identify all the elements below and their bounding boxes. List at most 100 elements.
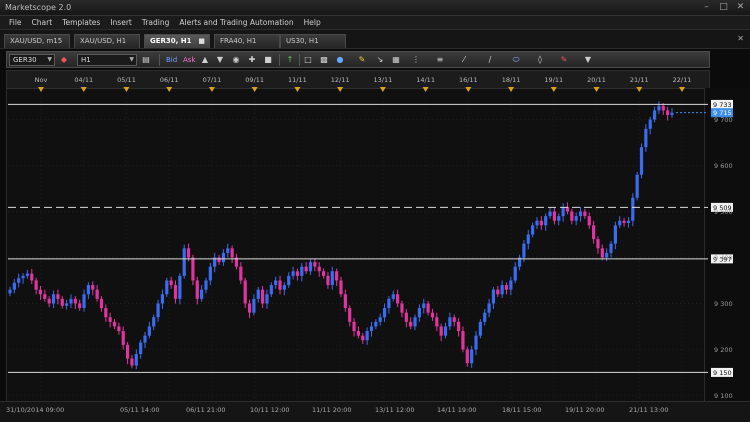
top-date-label: 11/11	[288, 76, 307, 84]
bottom-date-label: 19/11 20:00	[565, 406, 605, 414]
candle-body	[400, 303, 404, 313]
candle-body	[635, 174, 639, 198]
top-date-label: 14/11	[416, 76, 435, 84]
candle-body	[448, 317, 452, 327]
candle-body	[56, 294, 60, 299]
candle-body	[335, 271, 339, 281]
candle-body	[426, 303, 430, 313]
candle-body	[99, 298, 104, 309]
candle-body	[435, 317, 439, 327]
bottom-date-label: 31/10/2014 09:00	[6, 406, 64, 414]
candle-body	[491, 289, 496, 304]
candle-body	[382, 308, 387, 318]
top-date-label: 16/11	[459, 76, 478, 84]
candle-body	[413, 317, 417, 327]
price-tick-label: 9 100	[714, 392, 733, 400]
candle-body	[221, 252, 226, 263]
top-date-label: 18/11	[502, 76, 521, 84]
candle-body	[461, 331, 465, 350]
candle-body	[78, 303, 82, 309]
candle-body	[291, 271, 295, 276]
top-date-labels: Nov 04/11 05/11 06/11 07/11 09/11 11/11 12/11 13…	[35, 76, 692, 92]
candle-body	[300, 266, 304, 276]
candle-body	[557, 216, 561, 221]
candle-body	[613, 225, 617, 244]
candle-body	[121, 331, 125, 345]
candle-body	[134, 354, 138, 366]
candle-body	[596, 239, 600, 249]
candle-body	[330, 271, 334, 286]
bottom-date-label: 18/11 15:00	[502, 406, 542, 414]
event-marker-icon	[337, 87, 344, 92]
candle-body	[452, 317, 456, 322]
price-tick-label: 9 500	[714, 208, 733, 216]
candle-body	[256, 289, 260, 299]
price-ticks: 9 700 9 600 9 500 9 400 9 300 9 200 9 100	[714, 116, 733, 400]
candle-body	[117, 326, 121, 332]
candle-body	[130, 358, 134, 366]
event-marker-icon	[593, 87, 600, 92]
candle-body	[326, 275, 330, 286]
candle-body	[317, 266, 321, 272]
candle-body	[269, 285, 273, 295]
candle-body	[230, 248, 234, 258]
candle-body	[648, 119, 652, 129]
candle-body	[626, 220, 631, 224]
top-date-label: 19/11	[544, 76, 563, 84]
candle-body	[12, 282, 16, 290]
candle-body	[369, 326, 374, 332]
candle-body	[321, 271, 326, 276]
event-marker-icon	[251, 87, 258, 92]
candle-body	[91, 285, 95, 290]
candle-body	[8, 289, 12, 294]
candle-body	[378, 317, 382, 322]
event-marker-icon	[208, 87, 215, 92]
top-date-label: 22/11	[673, 76, 692, 84]
candle-body	[644, 128, 648, 148]
candle-body	[587, 216, 591, 226]
chart-grid	[8, 93, 704, 400]
event-marker-icon	[465, 87, 472, 92]
candle-body	[356, 331, 361, 336]
candle-body	[265, 294, 269, 304]
candle-body	[73, 298, 77, 304]
horizontal-lines: 9 7339 5099 3979 1509 715	[8, 99, 733, 377]
candle-body	[583, 211, 587, 217]
candle-body	[652, 110, 657, 120]
candle-body	[561, 206, 565, 217]
candle-body	[178, 275, 182, 299]
bottom-date-label: 11/11 20:00	[312, 406, 352, 414]
candle-body	[51, 294, 56, 304]
candle-body	[666, 110, 670, 115]
candle-body	[343, 294, 347, 309]
price-tick-label: 9 300	[714, 300, 733, 308]
candle-body	[156, 303, 160, 318]
candle-body	[261, 289, 265, 304]
candle-body	[387, 298, 391, 309]
candle-body	[439, 326, 443, 336]
candle-body	[43, 294, 47, 299]
price-tick-label: 9 400	[714, 254, 733, 262]
candle-body	[160, 294, 165, 304]
candle-body	[287, 275, 291, 286]
candle-body	[526, 234, 530, 244]
candle-body	[670, 112, 674, 115]
candle-body	[361, 335, 365, 341]
candle-body	[195, 280, 199, 299]
candle-body	[605, 252, 609, 258]
price-tick-label: 9 600	[714, 162, 733, 170]
candle-body	[86, 285, 90, 295]
candle-body	[17, 278, 21, 283]
candle-body	[657, 105, 661, 111]
candle-body	[186, 248, 191, 258]
bottom-date-label: 14/11 19:00	[437, 406, 477, 414]
candle-body	[352, 321, 356, 332]
candle-body	[578, 211, 583, 217]
candle-body	[147, 326, 151, 336]
candle-body	[152, 317, 156, 327]
candle-body	[204, 280, 208, 290]
event-marker-icon	[294, 87, 301, 92]
candle-body	[247, 303, 252, 313]
bottom-date-label: 05/11 14:00	[120, 406, 160, 414]
candle-body	[465, 349, 469, 364]
